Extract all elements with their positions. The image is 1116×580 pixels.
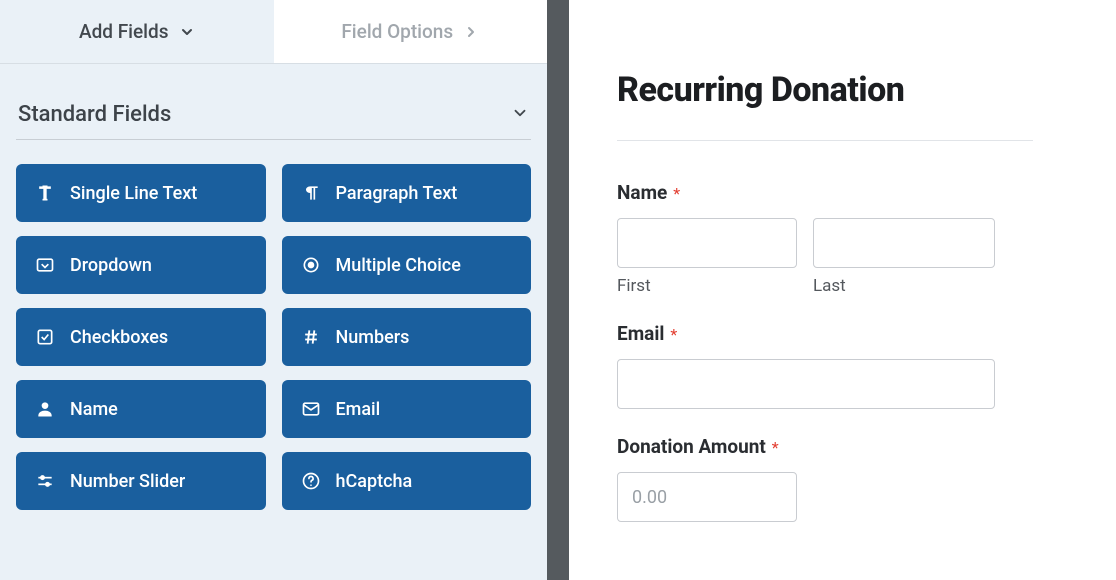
envelope-icon	[300, 398, 322, 420]
field-label: Email	[617, 322, 664, 345]
required-marker: *	[772, 438, 779, 457]
paragraph-icon	[300, 182, 322, 204]
question-icon	[300, 470, 322, 492]
sublabel-first: First	[617, 276, 797, 296]
form-title: Recurring Donation	[617, 70, 1068, 110]
form-field-donation-amount: Donation Amount *	[617, 435, 1068, 522]
required-marker: *	[673, 184, 680, 203]
field-label: Paragraph Text	[336, 183, 458, 204]
chevron-down-icon	[179, 24, 195, 40]
text-cursor-icon	[34, 182, 56, 204]
field-numbers[interactable]: Numbers	[282, 308, 532, 366]
field-label: Donation Amount	[617, 435, 766, 458]
field-checkboxes[interactable]: Checkboxes	[16, 308, 266, 366]
field-label: Name	[617, 181, 667, 204]
field-dropdown[interactable]: Dropdown	[16, 236, 266, 294]
field-label: Numbers	[336, 327, 410, 348]
form-field-name: Name * First Last	[617, 181, 1068, 296]
panel-divider	[547, 0, 569, 580]
field-name[interactable]: Name	[16, 380, 266, 438]
chevron-down-icon	[511, 104, 529, 126]
person-icon	[34, 398, 56, 420]
field-number-slider[interactable]: Number Slider	[16, 452, 266, 510]
field-hcaptcha[interactable]: hCaptcha	[282, 452, 532, 510]
donation-amount-input[interactable]	[617, 472, 797, 522]
field-multiple-choice[interactable]: Multiple Choice	[282, 236, 532, 294]
section-title: Standard Fields	[18, 102, 171, 127]
fields-panel: Add Fields Field Options Standard Fields	[0, 0, 547, 580]
field-label: Multiple Choice	[336, 255, 461, 276]
email-input[interactable]	[617, 359, 995, 409]
divider	[617, 140, 1033, 141]
last-name-input[interactable]	[813, 218, 995, 268]
required-marker: *	[670, 325, 677, 344]
sublabel-last: Last	[813, 276, 995, 296]
field-single-line-text[interactable]: Single Line Text	[16, 164, 266, 222]
checkbox-icon	[34, 326, 56, 348]
sliders-icon	[34, 470, 56, 492]
form-field-email: Email *	[617, 322, 1068, 409]
field-grid: Single Line Text Paragraph Text Dropdown…	[0, 164, 547, 526]
field-label: Checkboxes	[70, 327, 168, 348]
field-label: Dropdown	[70, 255, 152, 276]
radio-icon	[300, 254, 322, 276]
section-header[interactable]: Standard Fields	[0, 64, 547, 139]
field-label: Single Line Text	[70, 183, 197, 204]
tab-add-fields[interactable]: Add Fields	[0, 0, 274, 63]
form-preview: Recurring Donation Name * First Last Ema…	[569, 0, 1116, 580]
first-name-input[interactable]	[617, 218, 797, 268]
field-paragraph-text[interactable]: Paragraph Text	[282, 164, 532, 222]
tab-field-options[interactable]: Field Options	[274, 0, 548, 63]
field-label: hCaptcha	[336, 471, 413, 492]
dropdown-icon	[34, 254, 56, 276]
tab-label: Field Options	[341, 20, 453, 43]
field-label: Name	[70, 399, 118, 420]
tab-label: Add Fields	[79, 20, 169, 43]
field-label: Number Slider	[70, 471, 185, 492]
chevron-right-icon	[463, 24, 479, 40]
divider	[16, 139, 531, 140]
hash-icon	[300, 326, 322, 348]
field-label: Email	[336, 399, 381, 420]
field-email[interactable]: Email	[282, 380, 532, 438]
panel-tabs: Add Fields Field Options	[0, 0, 547, 64]
